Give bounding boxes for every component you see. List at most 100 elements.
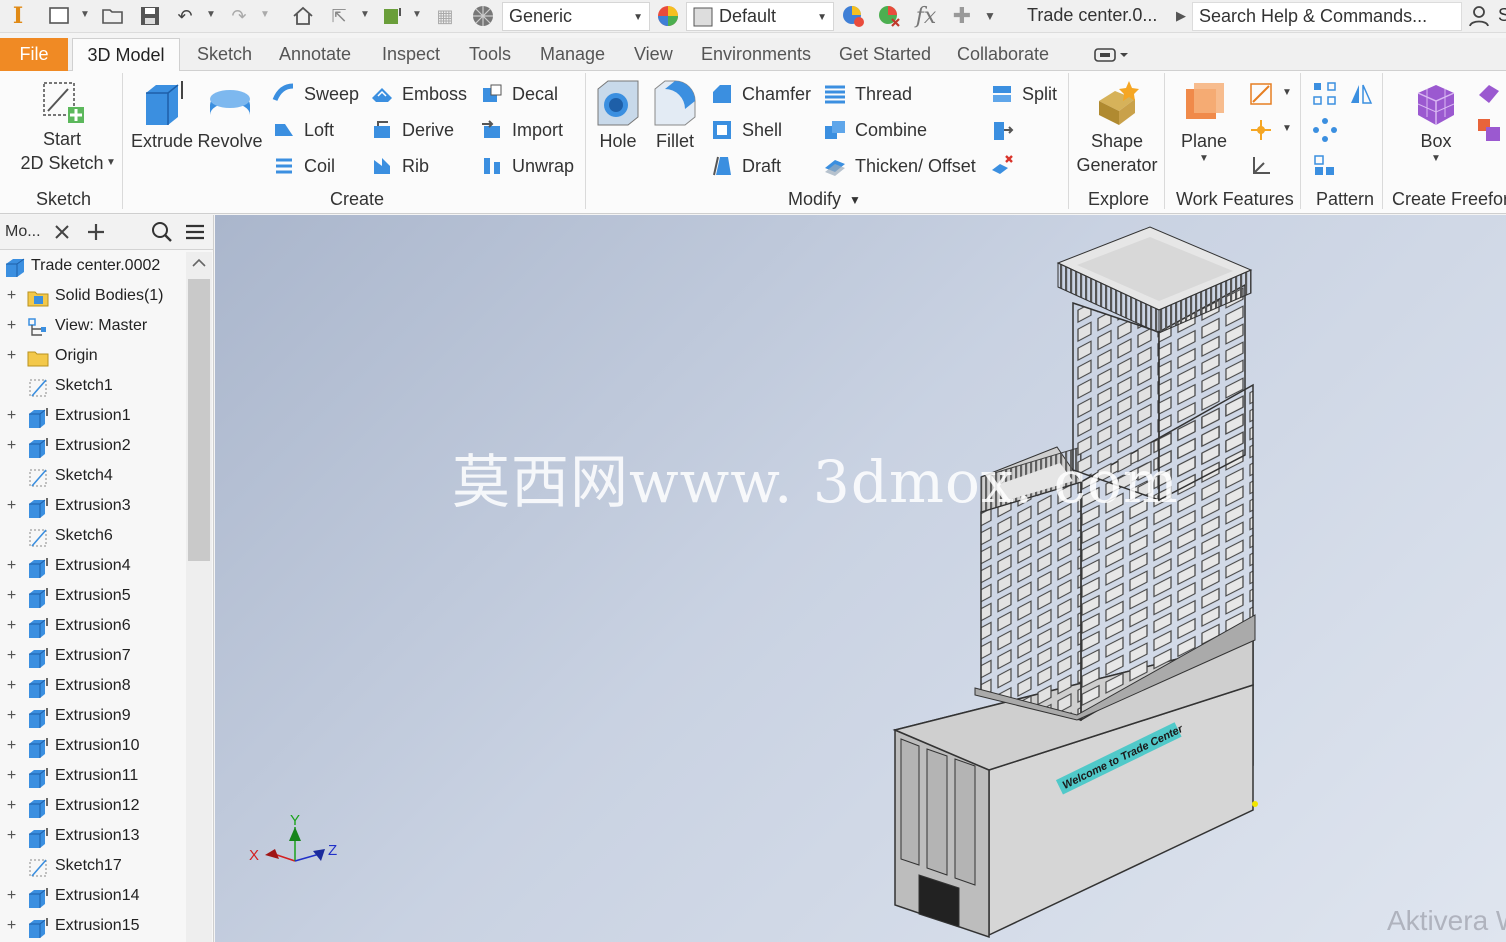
- material-sphere-icon[interactable]: [470, 4, 496, 28]
- scroll-up-icon[interactable]: [192, 258, 206, 268]
- import-button[interactable]: Import: [480, 115, 563, 145]
- browser-tab-title[interactable]: Mo...: [5, 223, 41, 241]
- save-icon[interactable]: [137, 4, 163, 28]
- tab-sketch[interactable]: Sketch: [197, 38, 252, 71]
- fillet-button[interactable]: Fillet: [648, 79, 702, 153]
- tree-node[interactable]: Sketch4: [0, 462, 186, 492]
- inventor-logo-icon[interactable]: I: [8, 3, 28, 29]
- tree-node[interactable]: + Extrusion1: [0, 402, 186, 432]
- expand-plus-icon[interactable]: +: [5, 738, 18, 754]
- tree-node[interactable]: + Extrusion2: [0, 432, 186, 462]
- clear-appearance-icon[interactable]: [876, 4, 902, 28]
- expand-plus-icon[interactable]: +: [5, 438, 18, 454]
- coil-button[interactable]: Coil: [272, 151, 335, 181]
- search-help-input[interactable]: Search Help & Commands...: [1192, 2, 1462, 31]
- customize-toolbar-caret[interactable]: ▼: [984, 9, 996, 23]
- rib-button[interactable]: Rib: [370, 151, 429, 181]
- update-icon[interactable]: [380, 4, 406, 28]
- ucs-icon[interactable]: [1248, 153, 1274, 179]
- tab-file[interactable]: File: [0, 38, 68, 71]
- tree-node[interactable]: + Extrusion12: [0, 792, 186, 822]
- extrude-button[interactable]: Extrude: [131, 79, 193, 153]
- tab-3d-model[interactable]: 3D Model: [72, 38, 180, 72]
- work-axis-caret[interactable]: ▼: [1282, 87, 1292, 98]
- delete-face-button[interactable]: [990, 151, 1022, 181]
- measure-icon[interactable]: ▦: [432, 4, 458, 28]
- expand-plus-icon[interactable]: +: [5, 558, 18, 574]
- new-file-icon[interactable]: [46, 4, 72, 28]
- building-model[interactable]: Welcome to Trade Center: [215, 215, 1506, 942]
- emboss-button[interactable]: Emboss: [370, 79, 467, 109]
- modify-panel-expander[interactable]: Modify ▼: [788, 189, 861, 210]
- expand-plus-icon[interactable]: +: [5, 678, 18, 694]
- tab-tools[interactable]: Tools: [469, 38, 511, 71]
- thicken-offset-button[interactable]: Thicken/ Offset: [823, 151, 976, 181]
- ribbon-display-toggle[interactable]: [1094, 38, 1128, 71]
- circular-pattern-icon[interactable]: [1312, 117, 1338, 143]
- freeform-face-icon[interactable]: [1476, 81, 1502, 107]
- tab-environments[interactable]: Environments: [701, 38, 811, 71]
- tree-node[interactable]: Sketch1: [0, 372, 186, 402]
- sketch-driven-pattern-icon[interactable]: [1312, 153, 1338, 179]
- tab-manage[interactable]: Manage: [540, 38, 605, 71]
- select-dropdown-caret[interactable]: ▼: [360, 9, 370, 20]
- add-browser-icon[interactable]: [87, 223, 105, 241]
- axis-triad[interactable]: X Y Z: [247, 813, 347, 877]
- undo-dropdown-caret[interactable]: ▼: [206, 9, 216, 20]
- tree-node[interactable]: + Origin: [0, 342, 186, 372]
- expand-plus-icon[interactable]: +: [5, 708, 18, 724]
- tree-node[interactable]: + Extrusion7: [0, 642, 186, 672]
- redo-icon[interactable]: ↷: [226, 4, 252, 28]
- tree-node[interactable]: Sketch17: [0, 852, 186, 882]
- tab-annotate[interactable]: Annotate: [279, 38, 351, 71]
- user-account-icon[interactable]: [1466, 4, 1492, 28]
- home-icon[interactable]: [290, 4, 316, 28]
- work-point-caret[interactable]: ▼: [1282, 123, 1292, 134]
- tab-view[interactable]: View: [634, 38, 673, 71]
- thread-button[interactable]: Thread: [823, 79, 912, 109]
- parameters-fx-icon[interactable]: 𝑓x: [912, 4, 940, 29]
- sweep-button[interactable]: Sweep: [272, 79, 359, 109]
- expand-plus-icon[interactable]: +: [5, 798, 18, 814]
- derive-button[interactable]: Derive: [370, 115, 454, 145]
- tree-node[interactable]: + Solid Bodies(1): [0, 282, 186, 312]
- expand-plus-icon[interactable]: +: [5, 288, 18, 304]
- redo-dropdown-caret[interactable]: ▼: [260, 9, 270, 20]
- tree-root-node[interactable]: Trade center.0002: [0, 252, 186, 282]
- chamfer-button[interactable]: Chamfer: [710, 79, 811, 109]
- select-priority-icon[interactable]: ⇱: [326, 4, 352, 28]
- start-sketch-dropdown-caret[interactable]: ▼: [106, 157, 116, 168]
- new-dropdown-caret[interactable]: ▼: [80, 9, 90, 20]
- tree-node[interactable]: + Extrusion11: [0, 762, 186, 792]
- expand-plus-icon[interactable]: +: [5, 648, 18, 664]
- shell-button[interactable]: Shell: [710, 115, 782, 145]
- unwrap-button[interactable]: Unwrap: [480, 151, 574, 181]
- tab-inspect[interactable]: Inspect: [382, 38, 440, 71]
- decal-button[interactable]: Decal: [480, 79, 558, 109]
- expand-plus-icon[interactable]: +: [5, 828, 18, 844]
- tab-get-started[interactable]: Get Started: [839, 38, 931, 71]
- work-point-icon[interactable]: [1248, 117, 1274, 143]
- browser-scroll-thumb[interactable]: [188, 279, 210, 561]
- expand-plus-icon[interactable]: +: [5, 888, 18, 904]
- split-button[interactable]: Split: [990, 79, 1057, 109]
- direct-edit-button[interactable]: [990, 115, 1022, 145]
- tree-node[interactable]: + View: Master: [0, 312, 186, 342]
- expand-plus-icon[interactable]: +: [5, 348, 18, 364]
- title-chevron-icon[interactable]: ▶: [1176, 8, 1186, 24]
- tree-node[interactable]: + Extrusion8: [0, 672, 186, 702]
- tree-node[interactable]: + Extrusion14: [0, 882, 186, 912]
- revolve-button[interactable]: Revolve: [197, 79, 263, 153]
- material-select[interactable]: Generic ▼: [502, 2, 650, 31]
- tree-node[interactable]: + Extrusion6: [0, 612, 186, 642]
- add-icon[interactable]: ✚: [950, 3, 974, 28]
- appearance-select[interactable]: Default ▼: [686, 2, 834, 31]
- plane-button[interactable]: Plane ▼: [1174, 79, 1234, 164]
- freeform-convert-icon[interactable]: [1476, 117, 1502, 143]
- hole-button[interactable]: Hole: [592, 79, 644, 153]
- tree-node[interactable]: + Extrusion9: [0, 702, 186, 732]
- tree-node[interactable]: + Extrusion10: [0, 732, 186, 762]
- graphics-viewport[interactable]: Welcome to Trade Center 莫西网www. 3dmox. c…: [215, 215, 1506, 942]
- expand-plus-icon[interactable]: +: [5, 768, 18, 784]
- rectangular-pattern-icon[interactable]: [1312, 81, 1338, 107]
